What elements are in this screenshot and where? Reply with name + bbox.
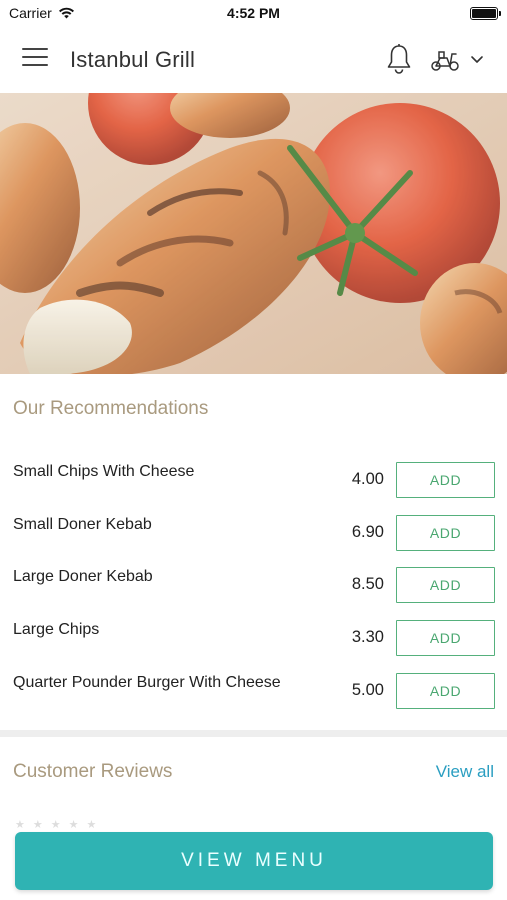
status-time: 4:52 PM (227, 5, 280, 21)
add-button[interactable]: ADD (396, 567, 495, 604)
scooter-icon (431, 51, 459, 71)
item-price: 3.30 (351, 628, 384, 647)
app-header: Istanbul Grill (0, 26, 507, 93)
item-name: Small Doner Kebab (13, 515, 152, 533)
view-all-reviews-link[interactable]: View all (436, 762, 494, 782)
item-price: 6.90 (351, 522, 384, 541)
bell-icon[interactable] (384, 43, 414, 75)
recommendations-heading: Our Recommendations (13, 398, 209, 419)
list-item: Small Doner Kebab 6.90 ADD (0, 505, 507, 558)
item-price: 8.50 (351, 575, 384, 594)
add-button[interactable]: ADD (396, 620, 495, 657)
list-item: Quarter Pounder Burger With Cheese 5.00 … (0, 663, 507, 716)
view-menu-button[interactable]: VIEW MENU (15, 832, 493, 890)
section-divider (0, 730, 507, 737)
hero-food-photo (0, 93, 507, 374)
reviews-heading: Customer Reviews (13, 761, 173, 782)
delivery-mode-selector[interactable] (430, 46, 490, 74)
add-button[interactable]: ADD (396, 672, 495, 709)
rating-stars-icon: ★★★★★ (15, 819, 105, 831)
list-item: Large Chips 3.30 ADD (0, 610, 507, 663)
chevron-down-icon (471, 56, 483, 63)
item-name: Large Chips (13, 621, 100, 639)
battery-icon (470, 7, 501, 20)
menu-icon[interactable] (22, 48, 48, 70)
list-item: Large Doner Kebab 8.50 ADD (0, 557, 507, 610)
item-price: 4.00 (351, 470, 384, 488)
list-item: Small Chips With Cheese 4.00 ADD (0, 452, 507, 505)
restaurant-title: Istanbul Grill (70, 47, 196, 72)
item-name: Large Doner Kebab (13, 568, 153, 586)
status-bar: Carrier 4:52 PM (0, 0, 507, 26)
recommendations-list: Small Chips With Cheese 4.00 ADD Small D… (0, 452, 507, 715)
item-price: 5.00 (351, 680, 384, 699)
add-button[interactable]: ADD (396, 514, 495, 551)
item-name: Quarter Pounder Burger With Cheese (13, 673, 281, 691)
item-name: Small Chips With Cheese (13, 463, 195, 480)
add-button[interactable]: ADD (396, 462, 495, 498)
